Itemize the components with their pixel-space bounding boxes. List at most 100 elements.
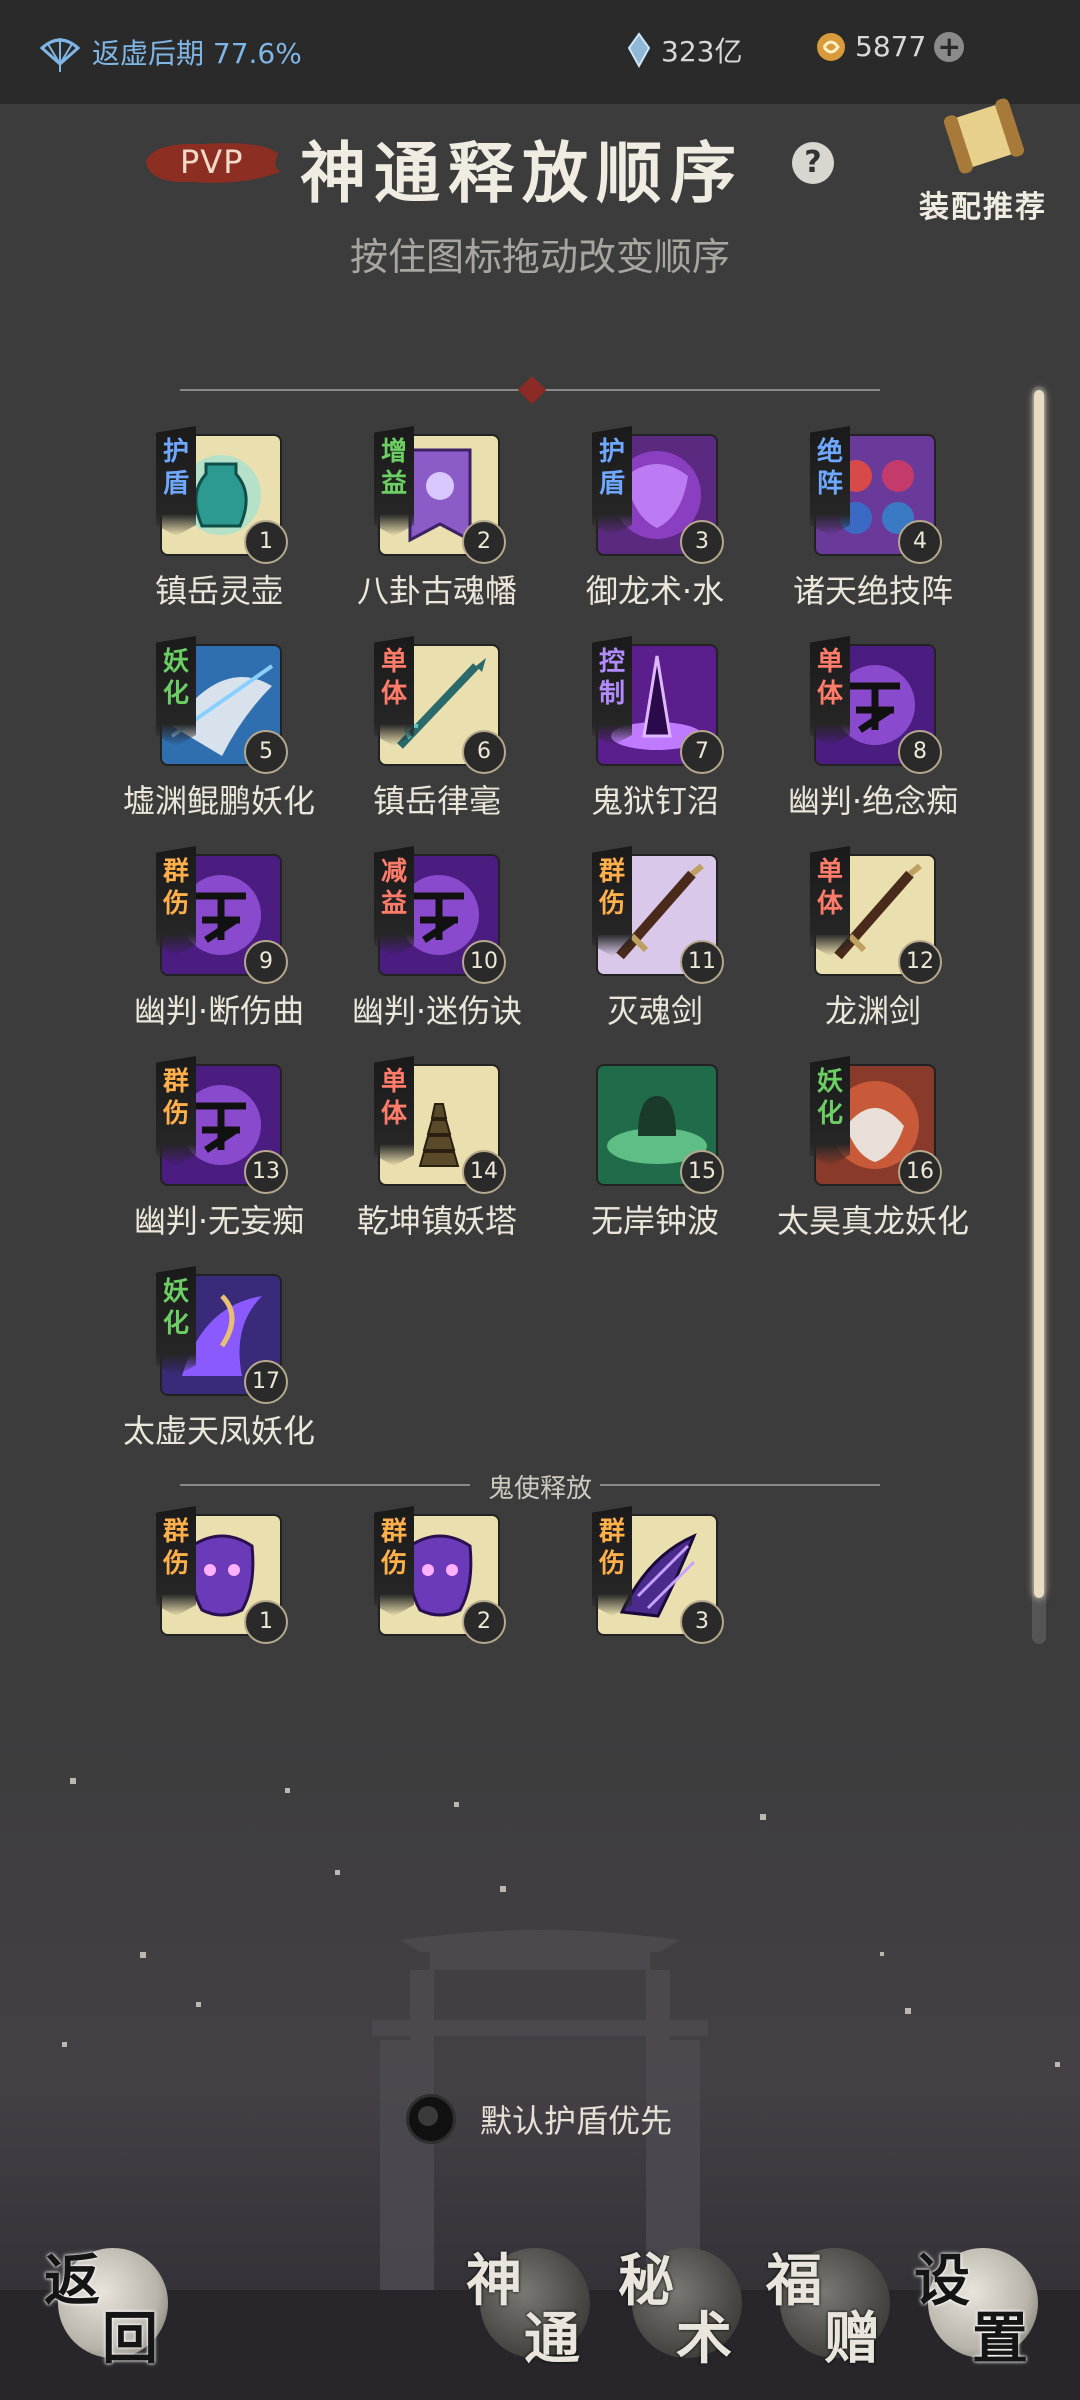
skill-name: 灭魂剑: [606, 992, 703, 1030]
fuzeng-char-2: 赠: [824, 2306, 880, 2372]
skill-tile[interactable]: 群伤 11 灭魂剑: [550, 846, 750, 1054]
category-tag-label: 群伤: [598, 857, 625, 919]
fan-icon: [39, 38, 81, 72]
order-number-badge: 9: [244, 940, 288, 984]
category-tag-label: 单体: [380, 1067, 407, 1129]
spirit-stone-counter: 323亿: [625, 30, 742, 70]
skill-name: 无岸钟波: [590, 1202, 719, 1240]
stage-label: 返虚后期 77.6%: [92, 37, 302, 70]
order-number-badge: 1: [244, 520, 288, 564]
skill-name: 鬼狱钉沼: [590, 782, 719, 820]
order-number-badge: 12: [898, 940, 942, 984]
order-number-badge: 15: [680, 1150, 724, 1194]
category-tag-label: 群伤: [598, 1517, 625, 1579]
back-button[interactable]: 返 回: [44, 2236, 174, 2372]
order-number-badge: 13: [244, 1150, 288, 1194]
recommend-button[interactable]: 装配推荐: [908, 98, 1058, 225]
category-tag-label: 单体: [816, 647, 843, 709]
scrollbar-thumb[interactable]: [1034, 390, 1044, 1598]
order-number-badge: 8: [898, 730, 942, 774]
skill-tile[interactable]: 妖化 5 墟渊鲲鹏妖化: [114, 636, 315, 844]
section-divider-right: [600, 1484, 880, 1486]
settings-char-1: 设: [914, 2248, 970, 2314]
skill-tile[interactable]: 单体 14 乾坤镇妖塔: [332, 1056, 532, 1264]
order-number-badge: 4: [898, 520, 942, 564]
order-number-badge: 5: [244, 730, 288, 774]
category-tag-label: 群伤: [380, 1517, 407, 1579]
category-tag-label: 减益: [380, 857, 407, 919]
category-tag-label: 增益: [380, 437, 407, 499]
mishu-char-2: 术: [676, 2306, 732, 2372]
category-tag-label: 护盾: [162, 437, 189, 499]
scroll-icon: [943, 98, 1025, 174]
category-tag-label: 单体: [380, 647, 407, 709]
skill-tile[interactable]: 妖化 16 太昊真龙妖化: [768, 1056, 969, 1264]
category-tag-label: 绝阵: [816, 437, 843, 499]
skill-name: 八卦古魂幡: [356, 572, 517, 610]
coin-icon: [817, 32, 845, 61]
order-number-badge: 10: [462, 940, 506, 984]
order-number-badge: 11: [680, 940, 724, 984]
back-char-2: 回: [102, 2306, 158, 2372]
skill-tile[interactable]: 15 无岸钟波: [550, 1064, 750, 1264]
category-tag-label: 单体: [816, 857, 843, 919]
order-number-badge: 14: [462, 1150, 506, 1194]
mishu-char-1: 秘: [618, 2248, 674, 2314]
order-number-badge: 3: [680, 520, 724, 564]
cultivation-stage[interactable]: 返虚后期 77.6%: [38, 30, 302, 74]
skill-tile[interactable]: 单体 6 镇岳律毫: [332, 636, 532, 844]
add-currency-button[interactable]: +: [934, 31, 965, 62]
skill-name: 墟渊鲲鹏妖化: [122, 782, 315, 820]
skill-tile[interactable]: 单体 12 龙渊剑: [768, 846, 968, 1054]
category-tag-label: 群伤: [162, 857, 189, 919]
skill-tile[interactable]: 绝阵 4 诸天绝技阵: [768, 426, 968, 634]
skill-tile[interactable]: 群伤 13 幽判·无妄痴: [114, 1056, 314, 1264]
skill-tile[interactable]: 减益 10 幽判·迷伤诀: [332, 846, 532, 1054]
skill-name: 幽判·迷伤诀: [351, 992, 523, 1030]
order-number-badge: 16: [898, 1150, 942, 1194]
divider-ornament: [517, 375, 547, 405]
skill-name: 太虚天凤妖化: [122, 1412, 315, 1450]
skill-tile[interactable]: 增益 2 八卦古魂幡: [332, 426, 532, 634]
order-number-badge: 1: [244, 1600, 288, 1644]
shield-priority-label: 默认护盾优先: [480, 2102, 673, 2140]
category-tag-label: 群伤: [162, 1067, 189, 1129]
ghost-skill-tile[interactable]: 群伤 2: [332, 1506, 532, 1714]
page-title: 神通释放顺序: [300, 134, 744, 212]
skill-tile[interactable]: 护盾 1 镇岳灵壶: [114, 426, 314, 634]
category-tag-label: 控制: [598, 647, 625, 709]
nav-shentong-button[interactable]: 神 通: [466, 2236, 596, 2372]
shentong-char-2: 通: [524, 2306, 580, 2372]
nav-settings-button[interactable]: 设 置: [914, 2236, 1044, 2372]
skill-tile[interactable]: 控制 7 鬼狱钉沼: [550, 636, 750, 844]
nav-mishu-button[interactable]: 秘 术: [618, 2236, 748, 2372]
ghost-skill-tile[interactable]: 群伤 3: [550, 1506, 750, 1714]
skill-name: 镇岳灵壶: [154, 572, 283, 610]
page-subtitle: 按住图标拖动改变顺序: [349, 235, 730, 279]
nav-fuzeng-button[interactable]: 福 赠: [766, 2236, 896, 2372]
currency-value: 5877: [855, 30, 927, 63]
order-number-badge: 2: [462, 520, 506, 564]
order-number-badge: 17: [244, 1360, 288, 1404]
skill-tile[interactable]: 妖化 17 太虚天凤妖化: [114, 1266, 315, 1474]
skill-name: 幽判·绝念痴: [787, 782, 959, 820]
skill-name: 乾坤镇妖塔: [356, 1202, 517, 1240]
skill-name: 诸天绝技阵: [792, 572, 953, 610]
category-tag-label: 妖化: [816, 1067, 843, 1129]
skill-tile[interactable]: 护盾 3 御龙术·水: [550, 426, 750, 634]
settings-char-2: 置: [972, 2306, 1028, 2372]
category-tag-label: 群伤: [162, 1517, 189, 1579]
toggle-knob: [418, 2106, 438, 2126]
pvp-label: PVP: [180, 143, 244, 181]
skill-name: 御龙术·水: [585, 572, 725, 610]
skill-tile[interactable]: 群伤 9 幽判·断伤曲: [114, 846, 314, 1054]
category-tag-label: 妖化: [162, 1277, 189, 1339]
skill-name: 幽判·无妄痴: [133, 1202, 305, 1240]
ghost-section-label: 鬼使释放: [487, 1474, 592, 1504]
shentong-char-1: 神: [466, 2248, 522, 2314]
order-number-badge: 3: [680, 1600, 724, 1644]
order-number-badge: 7: [680, 730, 724, 774]
help-icon[interactable]: ?: [792, 142, 834, 184]
ghost-skill-tile[interactable]: 群伤 1: [114, 1506, 314, 1714]
skill-tile[interactable]: 单体 8 幽判·绝念痴: [768, 636, 968, 844]
